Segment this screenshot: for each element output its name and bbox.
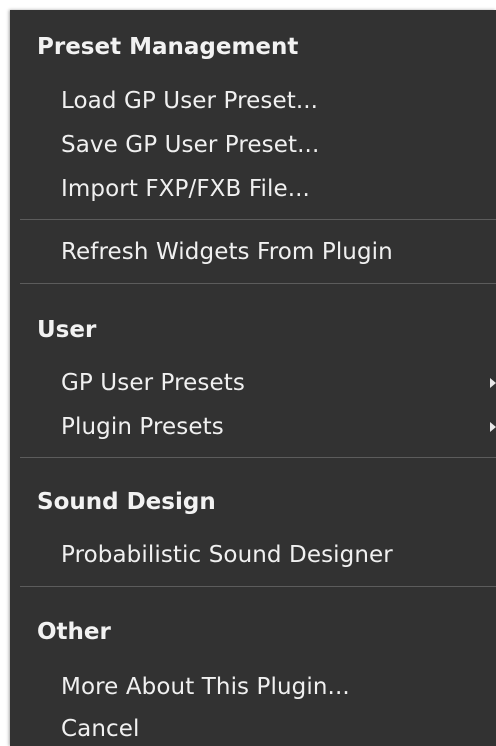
menu-item-label: Plugin Presets	[61, 414, 224, 440]
menu-item-more-about-this-plugin[interactable]: More About This Plugin...	[10, 670, 496, 706]
menu-separator	[20, 219, 496, 220]
section-header-preset-management: Preset Management	[37, 34, 299, 60]
menu-item-save-gp-user-preset[interactable]: Save GP User Preset...	[10, 128, 496, 164]
menu-item-label: Save GP User Preset...	[61, 132, 320, 158]
menu-item-label: GP User Presets	[61, 370, 245, 396]
menu-item-probabilistic-sound-designer[interactable]: Probabilistic Sound Designer	[10, 538, 496, 574]
menu-item-plugin-presets[interactable]: Plugin Presets	[10, 410, 496, 446]
section-header-sound-design: Sound Design	[37, 489, 216, 515]
menu-item-label: Load GP User Preset...	[61, 88, 319, 114]
menu-item-gp-user-presets[interactable]: GP User Presets	[10, 366, 496, 402]
section-header-other: Other	[37, 619, 111, 645]
menu-item-import-fxp-fxb-file[interactable]: Import FXP/FXB File...	[10, 172, 496, 208]
menu-item-label: Refresh Widgets From Plugin	[61, 239, 393, 265]
chevron-right-icon	[490, 422, 496, 432]
menu-item-label: Import FXP/FXB File...	[61, 176, 310, 202]
menu-item-label: Probabilistic Sound Designer	[61, 542, 393, 568]
menu-separator	[20, 457, 496, 458]
menu-item-label: More About This Plugin...	[61, 674, 350, 700]
menu-item-label: Cancel	[61, 716, 140, 742]
chevron-right-icon	[490, 378, 496, 388]
menu-item-cancel[interactable]: Cancel	[10, 712, 496, 746]
context-menu: Preset Management Load GP User Preset...…	[10, 10, 496, 746]
menu-item-load-gp-user-preset[interactable]: Load GP User Preset...	[10, 84, 496, 120]
menu-item-refresh-widgets[interactable]: Refresh Widgets From Plugin	[10, 235, 496, 271]
menu-separator	[20, 586, 496, 587]
menu-separator	[20, 283, 496, 284]
section-header-user: User	[37, 317, 97, 343]
